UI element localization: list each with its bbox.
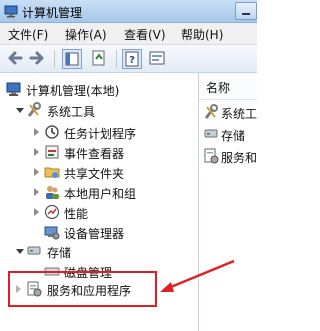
annotation-arrow-icon: [160, 259, 235, 292]
